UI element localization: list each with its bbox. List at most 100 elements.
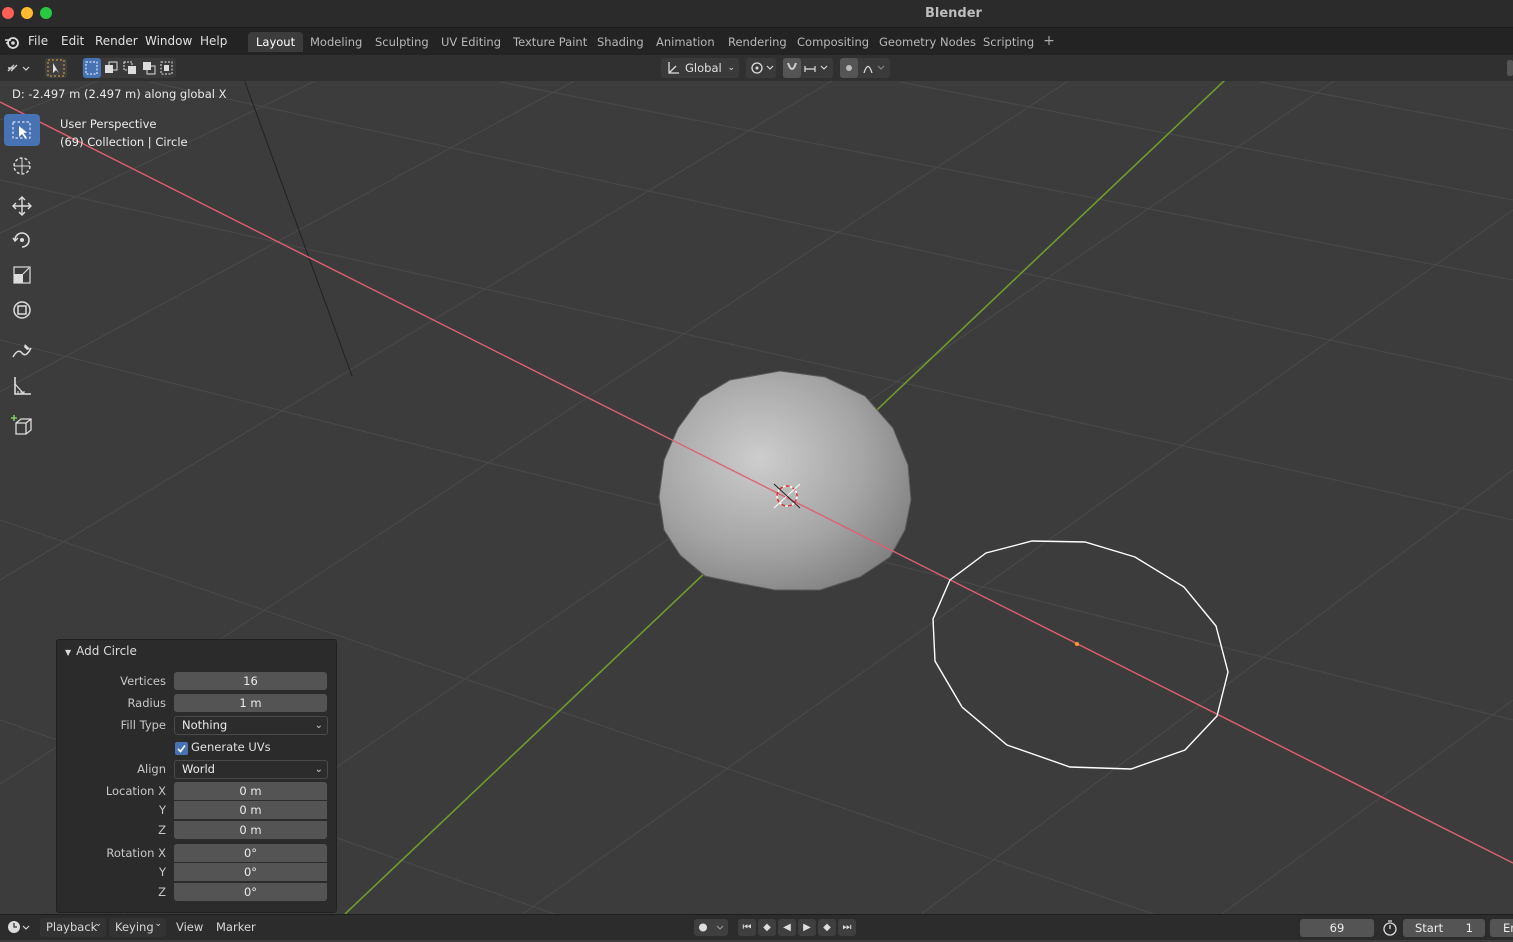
tab-layout[interactable]: Layout — [248, 32, 304, 52]
start-frame-field[interactable]: Start 1 — [1403, 919, 1485, 937]
title-bar: Blender — [0, 0, 1513, 28]
selection-mode-group[interactable] — [82, 58, 176, 78]
window-minimize-button[interactable] — [21, 7, 33, 19]
panel-title: Add Circle — [76, 644, 137, 658]
jump-start-button[interactable]: ⏮ — [738, 919, 756, 936]
blender-logo-icon[interactable] — [4, 34, 20, 50]
location-z-label: Z — [158, 823, 166, 837]
view-menu[interactable]: View — [176, 920, 203, 934]
tab-modeling[interactable]: Modeling — [302, 32, 370, 52]
move-icon — [12, 196, 32, 216]
tab-compositing[interactable]: Compositing — [789, 32, 877, 52]
tab-rendering[interactable]: Rendering — [720, 32, 795, 52]
prev-keyframe-button[interactable]: ◆ — [758, 919, 776, 936]
transform-icon — [13, 301, 31, 319]
menu-edit[interactable]: Edit — [61, 34, 84, 48]
play-button[interactable]: ▶ — [798, 919, 816, 936]
3d-viewport[interactable]: D: -2.497 m (2.497 m) along global X Use… — [0, 81, 1513, 914]
add-cube-icon — [11, 415, 32, 435]
rotate-icon — [12, 232, 30, 248]
tab-uv-editing[interactable]: UV Editing — [433, 32, 509, 52]
proportional-edit-icon — [840, 58, 885, 78]
menu-file[interactable]: File — [28, 34, 48, 48]
select-tweak-icon — [47, 59, 65, 77]
move-tool[interactable] — [4, 190, 40, 222]
tab-animation[interactable]: Animation — [648, 32, 723, 52]
select-box-tool[interactable] — [4, 114, 40, 146]
current-frame-field[interactable]: 69 — [1300, 919, 1374, 937]
tab-geometry-nodes[interactable]: Geometry Nodes — [871, 32, 984, 52]
tab-sculpting[interactable]: Sculpting — [367, 32, 437, 52]
rotate-tool[interactable] — [4, 224, 40, 256]
align-value: World — [182, 762, 215, 776]
play-reverse-button[interactable]: ◀ — [778, 919, 796, 936]
location-x-field[interactable]: 0 m — [174, 782, 327, 800]
measure-tool[interactable] — [4, 370, 40, 402]
scale-tool[interactable] — [4, 259, 40, 291]
chevron-down-icon: ⌄ — [314, 720, 323, 731]
clock-icon — [8, 921, 30, 933]
window-maximize-button[interactable] — [40, 7, 52, 19]
align-select[interactable]: World ⌄ — [174, 760, 328, 779]
timeline-editor-type-button[interactable] — [4, 918, 32, 937]
add-cube-tool[interactable] — [4, 410, 40, 442]
tab-shading[interactable]: Shading — [589, 32, 652, 52]
generate-uvs-checkbox[interactable] — [175, 742, 188, 755]
pivot-point-dropdown[interactable] — [746, 58, 776, 78]
transform-orientation-dropdown[interactable]: Global ⌄ — [661, 58, 739, 78]
keying-label: Keying — [115, 920, 154, 934]
marker-menu[interactable]: Marker — [216, 920, 256, 934]
header-scroll-handle[interactable] — [1507, 60, 1513, 76]
editor-type-button[interactable] — [4, 58, 32, 78]
auto-keying-button[interactable] — [694, 919, 728, 936]
chevron-down-icon: ⌄ — [314, 764, 323, 775]
next-keyframe-button[interactable]: ◆ — [818, 919, 836, 936]
sphere-object[interactable] — [658, 370, 912, 591]
end-frame-field[interactable]: En — [1490, 919, 1513, 937]
fill-type-select[interactable]: Nothing ⌄ — [174, 716, 328, 735]
menu-help[interactable]: Help — [200, 34, 227, 48]
generate-uvs-label: Generate UVs — [191, 740, 271, 754]
transform-orientation-value: Global — [685, 61, 722, 75]
preview-range-button[interactable] — [1381, 919, 1399, 937]
radius-field[interactable]: 1 m — [174, 694, 327, 712]
fill-type-value: Nothing — [182, 718, 228, 732]
chevron-down-icon: ⌄ — [727, 63, 735, 73]
playback-menu[interactable]: Playback ⌄ — [40, 918, 106, 937]
rotation-x-label: Rotation X — [106, 846, 166, 860]
snapping-group[interactable] — [783, 58, 833, 78]
vertices-label: Vertices — [120, 674, 166, 688]
proportional-editing-group[interactable] — [840, 58, 890, 78]
collection-label: (69) Collection | Circle — [60, 135, 188, 149]
window-close-button[interactable] — [2, 7, 14, 19]
record-icon — [699, 923, 724, 932]
tab-scripting[interactable]: Scripting — [975, 32, 1042, 52]
stopwatch-icon — [1383, 920, 1397, 936]
vertices-field[interactable]: 16 — [174, 672, 327, 690]
add-workspace-button[interactable]: + — [1041, 33, 1057, 49]
annotate-tool[interactable] — [4, 335, 40, 367]
location-z-field[interactable]: 0 m — [174, 821, 327, 839]
jump-end-button[interactable]: ⏭ — [838, 919, 856, 936]
rotation-y-field[interactable]: 0° — [174, 863, 327, 881]
viewport-info: User Perspective (69) Collection | Circl… — [60, 115, 188, 151]
menu-window[interactable]: Window — [145, 34, 192, 48]
menu-render[interactable]: Render — [95, 34, 138, 48]
circle-object[interactable] — [932, 540, 1229, 770]
panel-header[interactable]: ▼ Add Circle — [65, 644, 137, 658]
playback-label: Playback — [46, 920, 98, 934]
location-y-label: Y — [158, 803, 166, 817]
transform-tool[interactable] — [4, 294, 40, 326]
location-y-field[interactable]: 0 m — [174, 801, 327, 819]
rotation-x-field[interactable]: 0° — [174, 844, 327, 862]
select-mode-button[interactable] — [45, 58, 67, 78]
rotation-z-field[interactable]: 0° — [174, 883, 327, 901]
location-x-label: Location X — [105, 784, 166, 798]
viewport-header: Global ⌄ — [0, 55, 1513, 82]
start-label: Start — [1415, 921, 1444, 935]
jump-start-icon: ⏮ — [742, 922, 752, 933]
cursor-tool[interactable] — [4, 150, 40, 182]
keying-menu[interactable]: Keying ⌄ — [109, 918, 166, 937]
tab-texture-paint[interactable]: Texture Paint — [505, 32, 595, 52]
rotation-z-label: Z — [158, 885, 166, 899]
